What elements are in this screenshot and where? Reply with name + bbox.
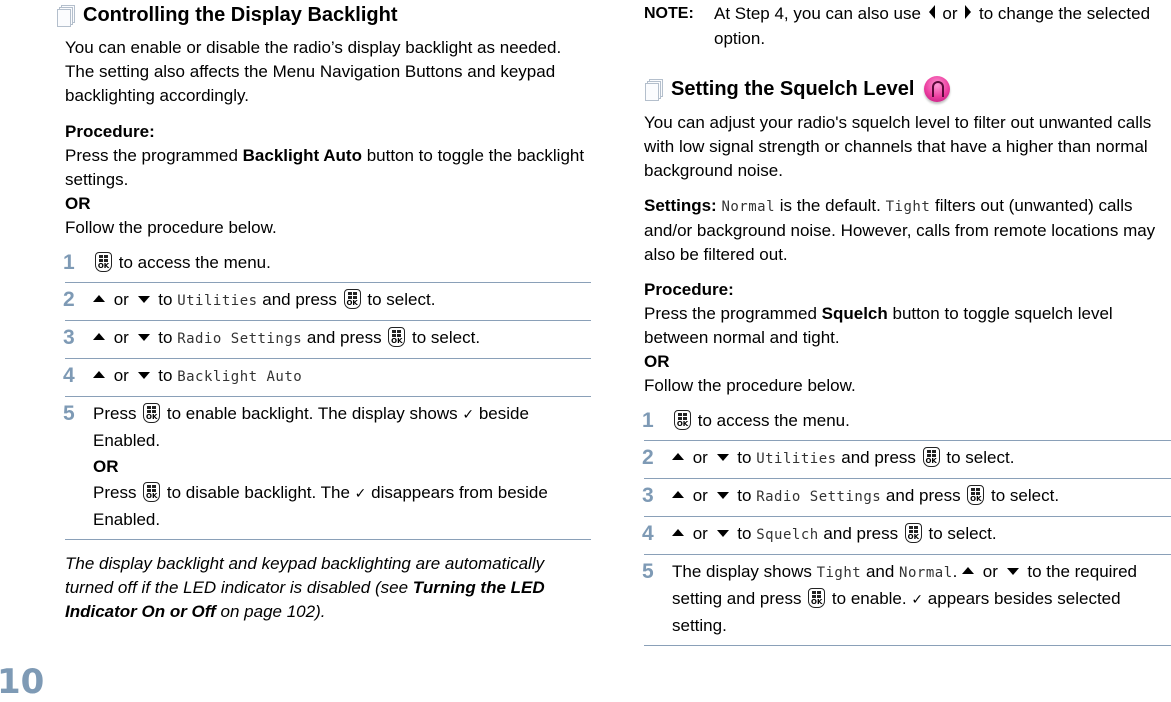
- step-number: 4: [642, 522, 654, 545]
- menu-ok-key-icon: OK: [143, 403, 161, 423]
- option-normal: Normal: [899, 565, 953, 581]
- left-column: Controlling the Display Backlight You ca…: [57, 0, 591, 624]
- section-heading-squelch: Setting the Squelch Level: [643, 75, 1171, 103]
- step-4: 4 or to Squelch and press OK to select.: [642, 517, 1171, 555]
- feature-badge-icon: [924, 76, 951, 102]
- procedure-block: Procedure: Press the programmed Backligh…: [65, 120, 591, 240]
- step-number: 3: [642, 484, 654, 507]
- menu-ok-key-icon: OK: [143, 482, 161, 502]
- up-arrow-icon: [93, 371, 105, 378]
- up-arrow-icon: [93, 333, 105, 340]
- section-heading-backlight: Controlling the Display Backlight: [55, 1, 591, 29]
- note-label: NOTE:: [644, 5, 694, 22]
- option-tight: Tight: [816, 565, 862, 581]
- left-arrow-icon: [928, 5, 935, 19]
- menu-item-squelch: Squelch: [756, 527, 819, 543]
- menu-ok-key-icon: OK: [674, 410, 691, 430]
- checkmark-icon: ✓: [462, 407, 475, 423]
- steps-list: 1 OK to access the menu. 2 or to Utiliti…: [63, 246, 591, 540]
- menu-item-radio-settings: Radio Settings: [177, 331, 303, 347]
- step-2: 2 or to Utilities and press OK to select…: [63, 283, 591, 321]
- step-3: 3 or to Radio Settings and press OK to s…: [642, 479, 1171, 517]
- heading-text: Controlling the Display Backlight: [83, 3, 398, 26]
- note-block: NOTE: At Step 4, you can also use or to …: [644, 1, 1171, 51]
- procedure-button-name: Squelch: [821, 304, 888, 323]
- step-number: 1: [63, 251, 75, 274]
- step-number: 2: [642, 446, 654, 469]
- or-label: OR: [93, 457, 119, 476]
- page-number: 10: [0, 662, 45, 702]
- menu-ok-key-icon: OK: [904, 523, 922, 543]
- procedure-block: Procedure: Press the programmed Squelch …: [644, 280, 1113, 395]
- menu-ok-key-icon: OK: [388, 327, 406, 347]
- step-3: 3 or to Radio Settings and press OK to s…: [63, 321, 591, 359]
- heading-text: Setting the Squelch Level: [671, 77, 915, 100]
- procedure-text: Press the programmed: [65, 146, 243, 165]
- step-number: 5: [642, 560, 654, 583]
- follow-text: Follow the procedure below.: [644, 376, 856, 395]
- step-number: 3: [63, 326, 75, 349]
- checkmark-icon: ✓: [911, 592, 924, 608]
- step-4: 4 or to Backlight Auto: [63, 359, 591, 397]
- or-label: OR: [644, 352, 670, 371]
- document-icon: [55, 4, 75, 27]
- procedure-label: Procedure:: [65, 122, 155, 141]
- step-number: 5: [63, 402, 75, 425]
- down-arrow-icon: [137, 296, 150, 303]
- down-arrow-icon: [137, 372, 150, 379]
- menu-item-utilities: Utilities: [756, 451, 837, 467]
- up-arrow-icon: [672, 529, 684, 536]
- down-arrow-icon: [137, 334, 150, 341]
- menu-ok-key-icon: OK: [343, 289, 361, 309]
- up-arrow-icon: [962, 567, 975, 574]
- procedure-button-name: Backlight Auto: [242, 146, 362, 165]
- step-5: 5 Press OK to enable backlight. The disp…: [63, 397, 591, 540]
- setting-tight: Tight: [885, 199, 931, 215]
- menu-item-backlight-auto: Backlight Auto: [177, 369, 303, 385]
- led-note-paragraph: The display backlight and keypad backlig…: [65, 554, 545, 621]
- step-number: 1: [642, 409, 654, 432]
- step-text: to access the menu.: [114, 253, 271, 272]
- down-arrow-icon: [1006, 568, 1019, 575]
- note-text: At Step 4, you can also use or to change…: [714, 4, 1151, 48]
- or-label: OR: [65, 194, 91, 213]
- down-arrow-icon: [716, 530, 729, 537]
- menu-ok-key-icon: OK: [95, 252, 112, 272]
- procedure-label: Procedure:: [644, 280, 734, 299]
- step-1: 1 OK to access the menu.: [63, 246, 591, 283]
- intro-paragraph: You can adjust your radio's squelch leve…: [644, 113, 1152, 180]
- settings-paragraph: Settings: Normal is the default. Tight f…: [644, 196, 1156, 264]
- step-2: 2 or to Utilities and press OK to select…: [642, 441, 1171, 479]
- up-arrow-icon: [672, 453, 684, 460]
- menu-item-radio-settings: Radio Settings: [756, 489, 882, 505]
- down-arrow-icon: [716, 454, 729, 461]
- up-arrow-icon: [672, 491, 684, 498]
- right-arrow-icon: [965, 5, 972, 19]
- document-icon: [643, 78, 663, 101]
- menu-ok-key-icon: OK: [922, 447, 940, 467]
- menu-ok-key-icon: OK: [967, 485, 985, 505]
- intro-paragraph: You can enable or disable the radio’s di…: [65, 38, 562, 105]
- step-5: 5 The display shows Tight and Normal. or…: [642, 555, 1171, 646]
- follow-text: Follow the procedure below.: [65, 218, 277, 237]
- right-column: NOTE: At Step 4, you can also use or to …: [642, 0, 1171, 646]
- menu-item-utilities: Utilities: [177, 293, 258, 309]
- step-number: 2: [63, 288, 75, 311]
- checkmark-icon: ✓: [354, 486, 367, 502]
- up-arrow-icon: [93, 295, 105, 302]
- menu-ok-key-icon: OK: [808, 588, 826, 608]
- step-number: 4: [63, 364, 75, 387]
- down-arrow-icon: [716, 492, 729, 499]
- steps-list: 1 OK to access the menu. 2 or to Utiliti…: [642, 404, 1171, 646]
- setting-normal: Normal: [721, 199, 776, 215]
- step-1: 1 OK to access the menu.: [642, 404, 1171, 441]
